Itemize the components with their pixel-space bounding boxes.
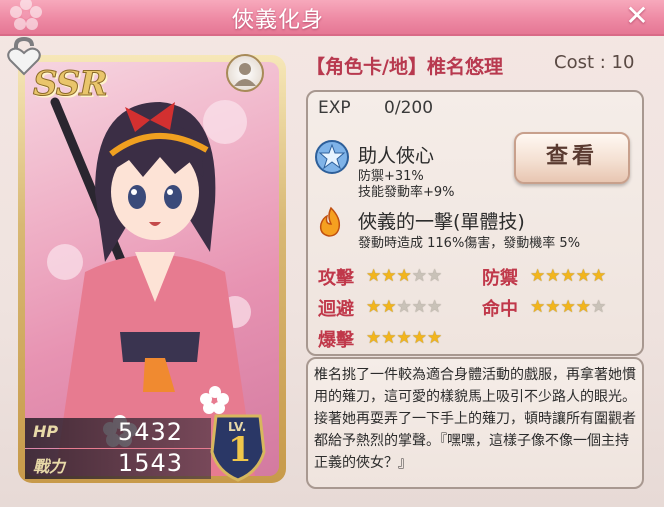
- star-empty-icon: ★: [591, 297, 607, 317]
- star-filled-icon: ★: [381, 297, 397, 317]
- hp-label: HP: [33, 422, 59, 441]
- attr-label-critical: 爆擊: [318, 330, 354, 351]
- rarity-badge: SSR: [33, 64, 109, 105]
- star-filled-icon: ★: [545, 266, 561, 286]
- star-filled-icon: ★: [530, 266, 546, 286]
- star-filled-icon: ★: [575, 297, 591, 317]
- star-empty-icon: ★: [396, 297, 412, 317]
- star-filled-icon: ★: [591, 266, 607, 286]
- star-filled-icon: ★: [366, 328, 382, 348]
- lock-heart-icon[interactable]: [4, 36, 44, 76]
- exp-label: EXP: [318, 98, 351, 118]
- level-value: 1: [228, 430, 252, 470]
- star-filled-icon: ★: [411, 328, 427, 348]
- view-button[interactable]: 查看: [514, 132, 630, 184]
- attr-stars-defense: ★★★★★: [530, 266, 606, 286]
- close-button[interactable]: ✕: [624, 2, 650, 30]
- user-icon: [234, 63, 256, 86]
- star-empty-icon: ★: [411, 266, 427, 286]
- star-filled-icon: ★: [366, 297, 382, 317]
- star-filled-icon: ★: [575, 266, 591, 286]
- exp-row: EXP 0/200: [318, 98, 433, 118]
- card-title: 【角色卡/地】椎名悠理: [306, 56, 503, 78]
- star-filled-icon: ★: [396, 266, 412, 286]
- flame-icon: [319, 206, 341, 237]
- attr-label-defense: 防禦: [482, 268, 518, 289]
- title-bar: 俠義化身 ✕: [0, 0, 664, 36]
- attr-label-attack: 攻擊: [318, 268, 354, 289]
- power-value: 1543: [117, 449, 183, 477]
- star-filled-icon: ★: [560, 297, 576, 317]
- power-stat: 戰力 1543: [25, 449, 211, 479]
- star-filled-icon: ★: [530, 297, 546, 317]
- attr-stars-critical: ★★★★★: [366, 328, 442, 348]
- star-filled-icon: ★: [396, 328, 412, 348]
- cherry-blossom-icon: [10, 0, 42, 30]
- attr-label-evade: 迴避: [318, 299, 354, 320]
- window-title: 俠義化身: [232, 8, 325, 33]
- skill2-name: 俠義的一擊(單體技): [358, 211, 525, 233]
- skill1-effect-2: 技能發動率+9%: [358, 185, 455, 200]
- skill2-effect: 發動時造成 116%傷害，發動機率 5%: [358, 236, 581, 251]
- star-filled-icon: ★: [381, 328, 397, 348]
- star-filled-icon: ★: [427, 328, 443, 348]
- attr-stars-hit: ★★★★★: [530, 297, 606, 317]
- level-badge: LV. 1: [208, 412, 268, 482]
- avatar-button[interactable]: [226, 54, 264, 92]
- star-filled-icon: ★: [366, 266, 382, 286]
- skill1-name: 助人俠心: [358, 145, 435, 167]
- card-detail-window: 俠義化身 ✕ SSR HP 5432 戰力 1543 LV. 1 【角色卡/地】…: [0, 0, 664, 507]
- attr-label-hit: 命中: [482, 299, 518, 320]
- star-filled-icon: ★: [560, 266, 576, 286]
- blue-star-icon: [315, 140, 349, 174]
- hp-stat: HP 5432: [25, 418, 211, 448]
- star-filled-icon: ★: [545, 297, 561, 317]
- power-label: 戰力: [33, 457, 66, 476]
- description-text: 椎名挑了一件較為適合身體活動的戲服，再拿著她慣用的薙刀，這可愛的樣貌馬上吸引不少…: [314, 367, 636, 471]
- star-empty-icon: ★: [411, 297, 427, 317]
- star-filled-icon: ★: [381, 266, 397, 286]
- star-empty-icon: ★: [427, 297, 443, 317]
- exp-value: 0/200: [384, 98, 434, 118]
- attr-stars-evade: ★★★★★: [366, 297, 442, 317]
- hp-value: 5432: [117, 418, 183, 446]
- star-empty-icon: ★: [427, 266, 443, 286]
- attr-stars-attack: ★★★★★: [366, 266, 442, 286]
- cost-label: Cost : 10: [554, 52, 635, 73]
